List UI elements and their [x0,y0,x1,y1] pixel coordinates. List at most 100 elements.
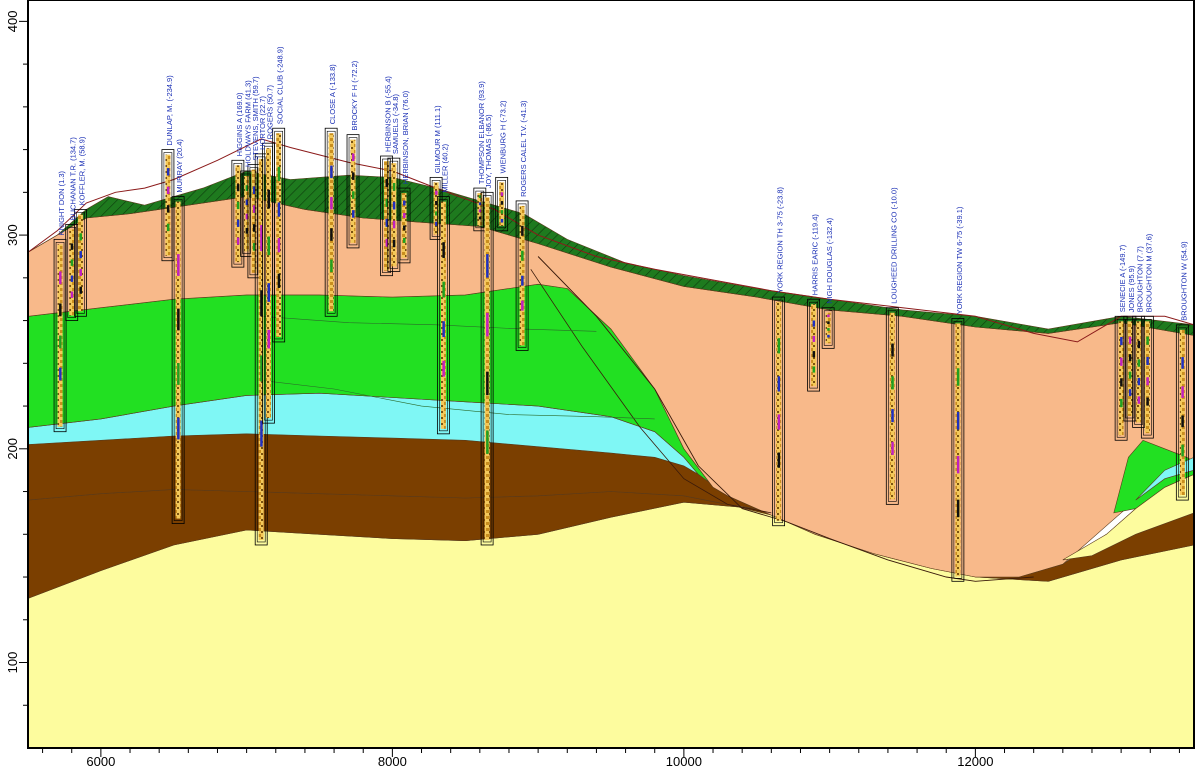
well-log-segment [486,312,489,337]
well-column[interactable] [380,155,393,277]
well-log-segment [177,254,180,276]
well-log-segment [403,237,406,243]
well-log-segment [236,184,240,192]
well-log [69,229,75,316]
well-log-segment [827,328,830,331]
well-column[interactable] [1175,324,1189,501]
well-label: ROGERS CALEL T.V. (-41.3) [519,100,528,197]
well-log-segment [166,205,170,213]
well-column[interactable] [495,176,509,232]
well-column[interactable] [436,196,450,435]
well-log-segment [486,430,489,454]
well-log [811,304,817,387]
well-log-segment [177,308,180,331]
well-label: BROUGHTON W (54.9) [1179,241,1188,321]
well-column[interactable] [272,127,286,343]
well-log-segment [777,376,781,392]
well-log-segment [500,210,504,214]
well-column[interactable] [807,298,820,392]
well-log-segment [236,201,240,210]
well-log-segment [70,243,74,250]
well-column[interactable] [74,209,87,317]
well-column[interactable] [346,134,360,249]
well-column[interactable] [324,127,338,317]
well-label: YORK REGION TW 6-75 (-39.1) [955,206,964,314]
well-log-segment [812,335,816,342]
well-label: MURRAY (20.4) [175,139,184,193]
well-log-segment [891,376,894,390]
well-column[interactable] [247,164,261,279]
well-column[interactable] [821,307,835,349]
well-column[interactable] [480,191,494,546]
well-log-segment [1146,377,1149,386]
well-column[interactable] [515,200,529,351]
y-axis: 100 200 300 400 [5,11,28,706]
well-column[interactable] [240,170,254,257]
well-column[interactable] [397,187,411,264]
well-log-segment [435,190,438,195]
well-log-segment [891,343,894,357]
well-log-segment [352,191,355,199]
well-log-segment [70,259,74,266]
well-column[interactable] [254,153,268,546]
y-tick-label: 300 [5,224,20,246]
well-label: LOUGHEED DRILLING CO (-10.0) [889,187,898,304]
well-log-segment [1181,357,1184,369]
well-column[interactable] [231,159,245,268]
well-log-segment [177,363,180,385]
well-log [384,161,390,271]
cross-section-viewer[interactable]: 6000 8000 10000 12000 100 200 300 400 KNIGHT D… [0,0,1200,774]
well-log-segment [1181,444,1184,457]
well-log-segment [330,259,333,273]
well-label: HARRIS EARIC (-119.4) [811,214,820,296]
well-log [433,182,439,235]
well-column[interactable] [1114,315,1128,441]
cross-section-plot[interactable]: 6000 8000 10000 12000 100 200 300 400 KNIGHT D… [0,0,1200,774]
well-log-segment [1120,378,1123,387]
well-log-segment [403,213,406,218]
well-column[interactable] [1132,315,1146,428]
well-label: BROCKY F H (-72.2) [350,60,359,130]
well-log-segment [352,153,355,162]
well-column[interactable] [53,238,67,433]
well-label: ROGERS (50.7) [265,85,274,140]
well-log-segment [330,228,333,241]
well-log-segment [166,223,170,232]
well-log-segment [1146,397,1149,406]
y-tick-label: 400 [5,11,20,33]
well-log-segment [277,166,281,182]
well-column[interactable] [1123,315,1137,422]
well-log-segment [392,239,396,248]
well-column[interactable] [171,196,185,524]
well-log-segment [956,499,960,518]
well-log-segment [1137,359,1141,367]
well-log-segment [267,283,270,302]
well-log-segment [1137,377,1141,386]
well-log-segment [956,412,960,430]
well-log-segment [403,225,406,231]
well-log-segment [777,414,781,430]
well-column[interactable] [65,223,79,321]
well-log-segment [59,335,62,349]
well-log-segment [442,321,445,338]
x-tick-label: 8000 [378,754,407,769]
well-log-segment [827,334,830,338]
well-label: KOFFLER, M. (58.9) [78,136,87,205]
well-column[interactable] [473,187,487,232]
well-label: DUNLAP, M. (-234.9) [165,75,174,146]
well-column[interactable] [772,296,786,527]
well-log [1127,321,1133,417]
well-column[interactable] [885,307,899,505]
well-column[interactable] [1140,315,1154,439]
well-log-segment [442,242,445,258]
well-column[interactable] [951,318,965,582]
well-log-segment [166,168,170,176]
well-label: SENECIE A (-149.7) [1118,244,1127,312]
well-log-segment [267,189,270,209]
well-log-segment [267,236,270,256]
well-log-segment [79,251,82,259]
well-label: YORK REGION TH 3-75 (-23.8) [776,186,785,293]
well-label: WIENBURG H (-73.2) [499,100,508,173]
well-label: BROUGHTON (7.7) [1136,246,1145,313]
well-log-segment [486,254,489,278]
